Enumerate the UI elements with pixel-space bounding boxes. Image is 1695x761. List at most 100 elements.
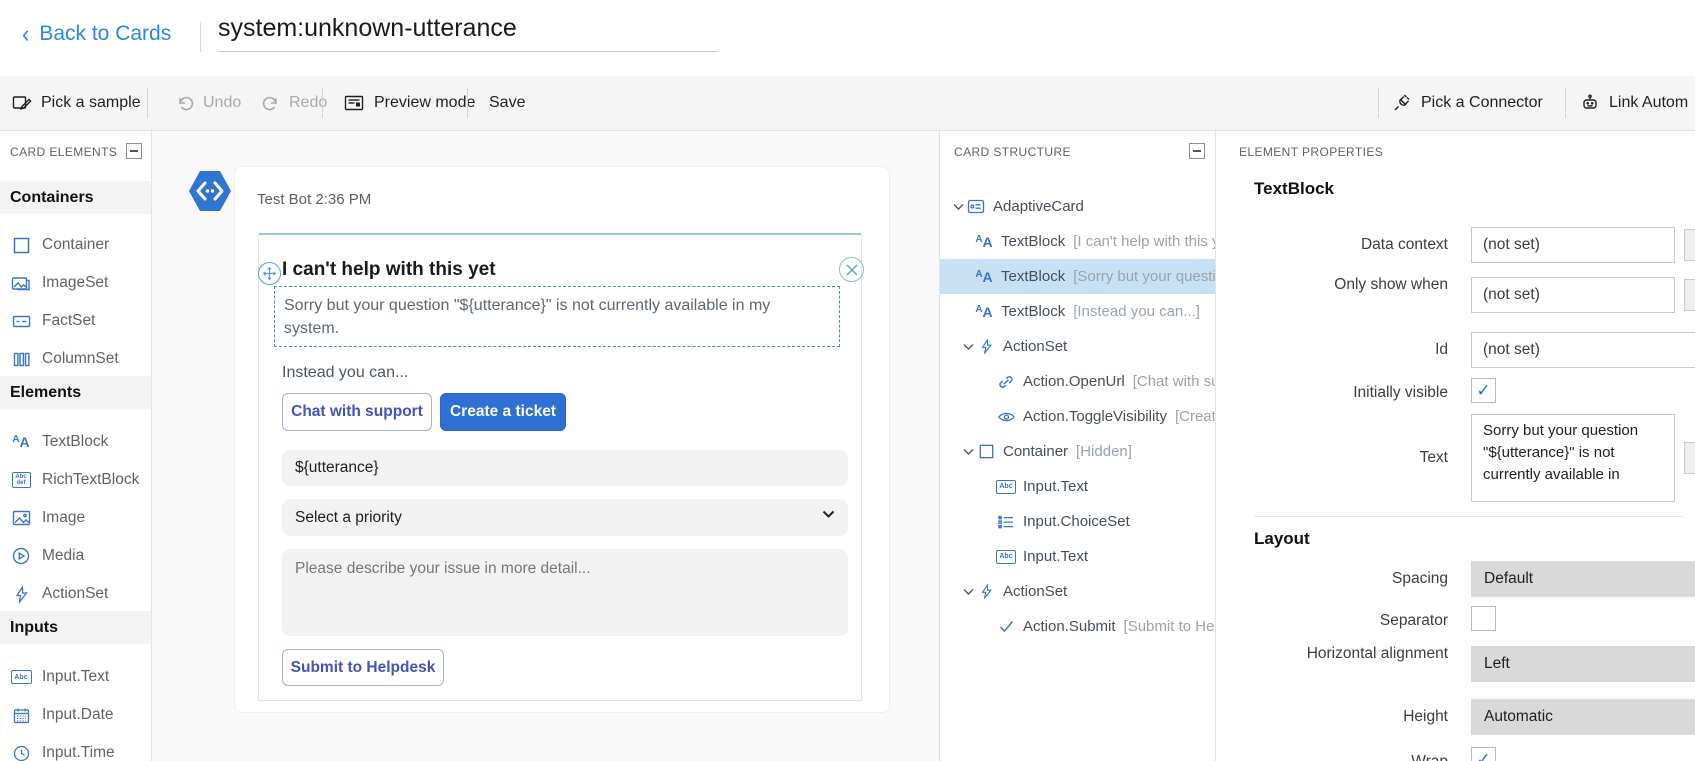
media-icon: [10, 547, 32, 565]
tree-node-input-text-1[interactable]: Abc Input.Text: [940, 469, 1215, 504]
tree-node-actionset-1[interactable]: ActionSet: [940, 329, 1215, 364]
back-link-label: Back to Cards: [39, 22, 172, 45]
data-context-expand-button[interactable]: [1684, 229, 1695, 261]
id-input[interactable]: (not set): [1471, 332, 1695, 368]
priority-select[interactable]: Select a priority: [282, 499, 848, 536]
tree-node-annotation: [Submit to Helpdesk]: [1123, 618, 1215, 635]
wrap-checkbox[interactable]: ✓: [1471, 747, 1496, 761]
pick-connector-button[interactable]: Pick a Connector: [1392, 76, 1543, 130]
tree-node-textblock-3[interactable]: AA TextBlock [Instead you can...]: [940, 294, 1215, 329]
spacing-select[interactable]: Default: [1471, 561, 1695, 597]
tree-node-action-togglevisibility[interactable]: Action.ToggleVisibility [Create a ticket…: [940, 399, 1215, 434]
issue-detail-textarea[interactable]: Please describe your issue in more detai…: [282, 549, 848, 636]
palette-item-media[interactable]: Media: [0, 537, 151, 575]
horizontal-alignment-select[interactable]: Left: [1471, 646, 1695, 682]
palette-item-input-text[interactable]: Abc Input.Text: [0, 658, 151, 696]
drag-handle-icon[interactable]: [258, 262, 281, 285]
instead-textblock[interactable]: Instead you can...: [282, 364, 408, 382]
chat-with-support-button[interactable]: Chat with support: [282, 393, 432, 431]
palette-item-imageset[interactable]: ImageSet: [0, 264, 151, 302]
palette-item-image[interactable]: Image: [0, 499, 151, 537]
palette-item-textblock[interactable]: AA TextBlock: [0, 423, 151, 461]
input-text-icon: Abc: [996, 479, 1016, 494]
chevron-down-icon[interactable]: [953, 203, 966, 211]
chevron-down-icon: [822, 510, 835, 519]
text-expand-button[interactable]: [1684, 442, 1695, 474]
tree-node-action-openurl[interactable]: Action.OpenUrl [Chat with support]: [940, 364, 1215, 399]
priority-select-value: Select a priority: [295, 508, 402, 526]
preview-mode-label: Preview mode: [374, 94, 476, 111]
initially-visible-checkbox[interactable]: ✓: [1471, 378, 1496, 403]
tree-node-label: Input.Text: [1023, 548, 1089, 565]
textblock-icon: AA: [975, 233, 993, 250]
redo-button[interactable]: Redo: [262, 76, 327, 130]
pick-sample-icon: [12, 93, 32, 113]
selected-textblock[interactable]: Sorry but your question "${utterance}" i…: [274, 286, 840, 347]
palette-item-actionset[interactable]: ActionSet: [0, 575, 151, 613]
textblock-icon: AA: [975, 303, 993, 320]
chevron-down-icon[interactable]: [963, 343, 976, 351]
submit-to-helpdesk-button[interactable]: Submit to Helpdesk: [282, 649, 444, 686]
tree-node-container[interactable]: Container [Hidden]: [940, 434, 1215, 469]
separator-checkbox[interactable]: [1471, 606, 1496, 631]
text-textarea[interactable]: Sorry but your question "${utterance}" i…: [1471, 414, 1675, 502]
bot-avatar: [188, 169, 232, 213]
element-properties-panel-title: ELEMENT PROPERTIES: [1239, 145, 1384, 159]
undo-button[interactable]: Undo: [176, 76, 241, 130]
palette-item-input-time[interactable]: Input.Time: [0, 734, 151, 761]
utterance-text-input[interactable]: ${utterance}: [282, 450, 848, 486]
toolbar-separator: [147, 88, 148, 118]
layout-section-title: Layout: [1254, 529, 1310, 548]
chevron-down-icon[interactable]: [963, 448, 976, 456]
palette-item-container[interactable]: Container: [0, 226, 151, 264]
toolbar: Pick a sample Undo Redo Preview mode Sav…: [0, 76, 1695, 130]
image-icon: [10, 510, 32, 526]
horizontal-alignment-label: Horizontal alignment: [1306, 645, 1448, 662]
adaptive-card-icon: [966, 199, 986, 214]
card-structure-collapse-button[interactable]: [1189, 143, 1205, 159]
spacing-label: Spacing: [1391, 570, 1448, 587]
save-button[interactable]: Save: [489, 76, 525, 130]
undo-icon: [176, 94, 194, 112]
redo-icon: [262, 94, 280, 112]
chevron-down-icon[interactable]: [963, 588, 976, 596]
palette-item-input-date[interactable]: Input.Date: [0, 696, 151, 734]
tree-node-label: ActionSet: [1003, 338, 1068, 355]
actionset-icon: [10, 585, 32, 603]
separator-label: Separator: [1379, 612, 1448, 629]
only-show-when-expand-button[interactable]: [1684, 279, 1695, 311]
palette-item-label: Input.Time: [42, 744, 115, 761]
input-text-icon: Abc: [996, 549, 1016, 564]
create-ticket-button[interactable]: Create a ticket: [440, 393, 566, 431]
palette-item-factset[interactable]: FactSet: [0, 302, 151, 340]
palette-item-columnset[interactable]: ColumnSet: [0, 340, 151, 378]
tree-node-input-choiceset[interactable]: Input.ChoiceSet: [940, 504, 1215, 539]
card-elements-panel: CARD ELEMENTS Containers Container Image…: [0, 130, 152, 761]
container-icon: [10, 237, 32, 254]
card-elements-collapse-button[interactable]: [126, 143, 142, 159]
pick-sample-button[interactable]: Pick a sample: [12, 76, 141, 130]
tree-node-label: AdaptiveCard: [993, 198, 1084, 215]
link-automation-button[interactable]: Link Autom: [1580, 76, 1688, 130]
palette-item-label: ImageSet: [42, 274, 109, 291]
tree-node-adaptivecard[interactable]: AdaptiveCard: [940, 189, 1215, 224]
palette-item-richtextblock[interactable]: Abc def RichTextBlock: [0, 461, 151, 499]
data-context-input[interactable]: (not set): [1471, 227, 1675, 263]
tree-node-label: TextBlock: [1001, 268, 1066, 285]
tree-node-input-text-2[interactable]: Abc Input.Text: [940, 539, 1215, 574]
element-properties-panel: ELEMENT PROPERTIES TextBlock Data contex…: [1215, 130, 1695, 761]
dismiss-card-icon[interactable]: [839, 257, 864, 282]
height-select[interactable]: Automatic: [1471, 699, 1695, 735]
tree-node-textblock-1[interactable]: AA TextBlock [I can't help with this yet…: [940, 224, 1215, 259]
card-title-input[interactable]: system:unknown-utterance: [218, 14, 718, 52]
only-show-when-input[interactable]: (not set): [1471, 277, 1675, 313]
preview-mode-button[interactable]: Preview mode: [344, 76, 475, 130]
tree-node-textblock-2-selected[interactable]: AA TextBlock [Sorry but your question "$…: [940, 259, 1215, 294]
palette-item-label: RichTextBlock: [42, 471, 140, 488]
toolbar-separator: [1378, 88, 1379, 118]
tree-node-action-submit[interactable]: Action.Submit [Submit to Helpdesk]: [940, 609, 1215, 644]
tree-node-actionset-2[interactable]: ActionSet: [940, 574, 1215, 609]
actionset-icon: [976, 584, 996, 599]
chat-sender-timestamp: Test Bot 2:36 PM: [257, 191, 372, 208]
back-to-cards-link[interactable]: ‹ Back to Cards: [22, 21, 172, 46]
